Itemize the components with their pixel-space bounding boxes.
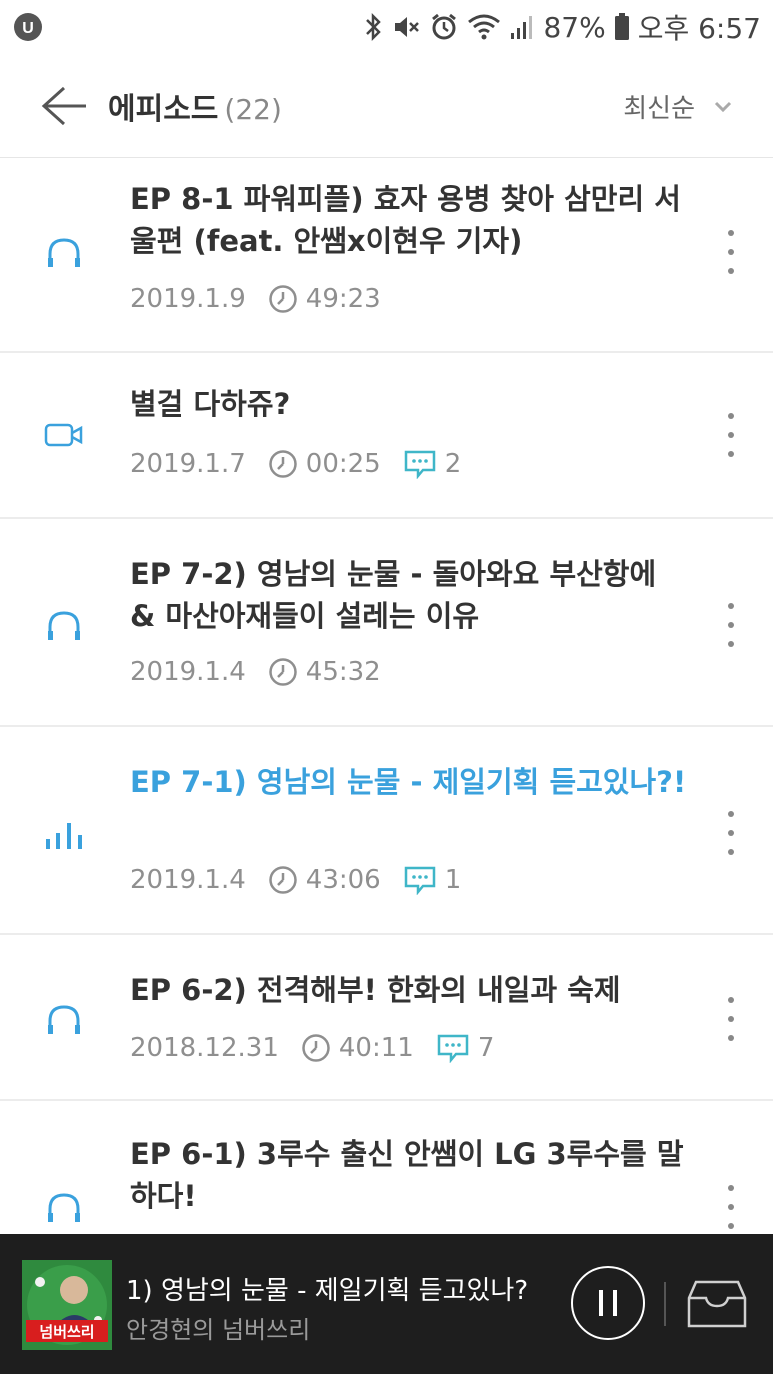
episode-comments: 1 [403, 865, 462, 895]
equalizer-icon [42, 813, 86, 853]
episode-comments: 2 [403, 449, 462, 479]
playlist-box-button[interactable] [686, 1278, 748, 1330]
episode-duration-text: 40:11 [338, 1033, 414, 1063]
podcast-thumbnail: 넘버쓰리 [22, 1260, 112, 1350]
thumbnail-logo-text: 넘버쓰리 [39, 1323, 94, 1341]
episode-date: 2019.1.4 [130, 657, 246, 687]
sort-dropdown[interactable]: 최신순 [623, 88, 733, 125]
episode-item[interactable]: 별걸 다하쥬? 2019.1.7 00:25 2 [0, 353, 773, 519]
comment-count: 7 [477, 1033, 495, 1063]
clock-icon [269, 285, 297, 313]
headphones-icon [42, 605, 86, 645]
episode-date: 2018.12.31 [130, 1033, 279, 1063]
app-header: 에피소드 (22) 최신순 [0, 54, 773, 158]
episode-date: 2019.1.7 [130, 449, 246, 479]
episode-title: EP 6-2) 전격해부! 한화의 내일과 숙제 [130, 973, 621, 1007]
mini-player[interactable]: 넘버쓰리 1) 영남의 눈물 - 제일기획 듣고있나? 안경현의 넘버쓰리 [0, 1234, 773, 1374]
episode-meta: 2019.1.4 45:32 [130, 657, 403, 687]
more-options-button[interactable] [719, 413, 743, 457]
episode-item[interactable]: EP 6-2) 전격해부! 한화의 내일과 숙제 2018.12.31 40:1… [0, 935, 773, 1101]
now-playing-title: 1) 영남의 눈물 - 제일기획 듣고있나? [126, 1276, 529, 1306]
page-title-text: 에피소드 [108, 92, 219, 127]
headphones-icon [42, 232, 86, 272]
episode-date: 2019.1.4 [130, 865, 246, 895]
sort-label: 최신순 [623, 94, 695, 124]
more-options-button[interactable] [719, 1185, 743, 1229]
episode-duration-text: 00:25 [305, 449, 381, 479]
episode-meta: 2019.1.9 49:23 [130, 284, 403, 314]
headphones-icon [42, 1187, 86, 1227]
headphones-icon [42, 999, 86, 1039]
episode-duration: 45:32 [268, 657, 381, 687]
episode-title: 별걸 다하쥬? [130, 387, 291, 421]
signal-icon [509, 13, 535, 41]
episode-comments: 7 [436, 1033, 495, 1063]
more-options-button[interactable] [719, 603, 743, 647]
inbox-icon [687, 1280, 747, 1328]
chevron-down-icon [714, 101, 732, 112]
alarm-icon [429, 12, 459, 42]
status-bar: U 87% 오후 6:57 [0, 0, 773, 54]
episode-title: EP 8-1 파워피플) 효자 용병 찾아 삼만리 서울편 (feat. 안쌤x… [130, 182, 681, 258]
pause-bar [613, 1290, 617, 1316]
episode-duration-text: 45:32 [305, 657, 381, 687]
clock-time: 오후 6:57 [637, 12, 761, 45]
pause-bar [599, 1290, 603, 1316]
page-title: 에피소드 (22) [108, 84, 282, 128]
comment-icon [437, 1034, 469, 1063]
battery-icon [614, 12, 630, 42]
more-options-button[interactable] [719, 811, 743, 855]
episode-title: EP 7-2) 영남의 눈물 - 돌아와요 부산항에 & 마산아재들이 설레는 … [130, 557, 657, 633]
clock-icon [269, 658, 297, 686]
arrow-left-icon [41, 86, 86, 126]
episode-duration: 49:23 [268, 284, 381, 314]
clock-icon [269, 450, 297, 478]
episode-meta: 2018.12.31 40:11 7 [130, 1033, 494, 1063]
pause-button[interactable] [571, 1266, 645, 1340]
battery-percent: 87% [543, 10, 606, 44]
more-options-button[interactable] [719, 997, 743, 1041]
episode-meta: 2019.1.7 00:25 2 [130, 449, 461, 479]
back-button[interactable] [38, 82, 90, 130]
episode-title: EP 6-1) 3루수 출신 안쌤이 LG 3루수를 말하다! [130, 1137, 684, 1213]
episode-title: EP 7-1) 영남의 눈물 - 제일기획 듣고있나?! [130, 765, 687, 799]
episode-duration: 40:11 [301, 1033, 414, 1063]
episode-count: (22) [224, 93, 282, 126]
episode-item[interactable]: EP 8-1 파워피플) 효자 용병 찾아 삼만리 서울편 (feat. 안쌤x… [0, 158, 773, 353]
episode-duration-text: 49:23 [305, 284, 381, 314]
comment-icon [404, 450, 435, 479]
comment-count: 1 [444, 865, 462, 895]
app-notification-icon: U [12, 11, 44, 43]
wifi-icon [467, 13, 501, 41]
comment-icon [404, 866, 435, 895]
episode-item[interactable]: EP 6-1) 3루수 출신 안쌤이 LG 3루수를 말하다! [0, 1101, 773, 1234]
episode-list: EP 8-1 파워피플) 효자 용병 찾아 삼만리 서울편 (feat. 안쌤x… [0, 158, 773, 1234]
clock-icon [269, 866, 297, 894]
comment-count: 2 [444, 449, 462, 479]
divider [664, 1282, 666, 1326]
episode-item[interactable]: EP 7-2) 영남의 눈물 - 돌아와요 부산항에 & 마산아재들이 설레는 … [0, 519, 773, 727]
episode-duration-text: 43:06 [305, 865, 381, 895]
more-options-button[interactable] [719, 230, 743, 274]
bluetooth-icon [363, 12, 383, 42]
episode-item-playing[interactable]: EP 7-1) 영남의 눈물 - 제일기획 듣고있나?! 2019.1.4 43… [0, 727, 773, 935]
episode-meta: 2019.1.4 43:06 1 [130, 865, 461, 895]
episode-date: 2019.1.9 [130, 284, 246, 314]
video-icon [42, 415, 86, 455]
episode-duration: 43:06 [268, 865, 381, 895]
episode-duration: 00:25 [268, 449, 381, 479]
svg-text:U: U [22, 20, 34, 37]
clock-icon [302, 1034, 330, 1062]
mute-icon [391, 12, 421, 42]
now-playing-channel: 안경현의 넘버쓰리 [126, 1316, 311, 1344]
